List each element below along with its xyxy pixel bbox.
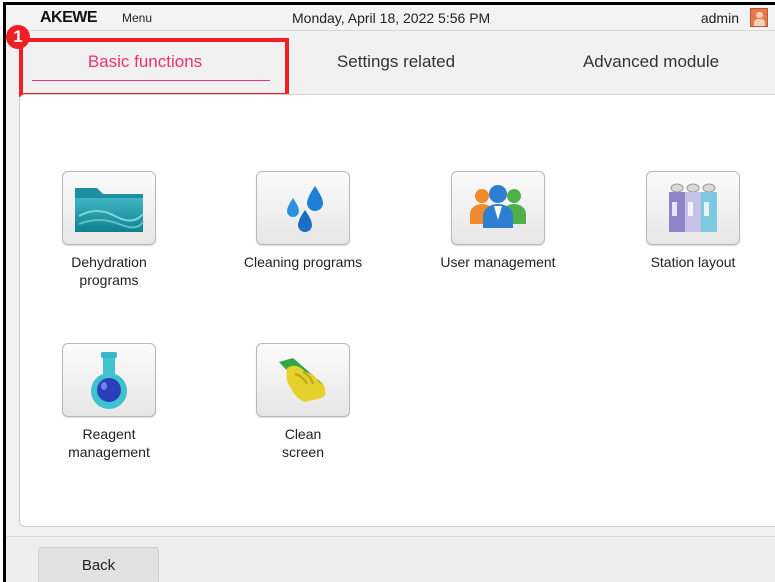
- function-label: Station layout: [650, 254, 736, 270]
- folder-icon: [75, 188, 144, 232]
- tab-settings-related[interactable]: Settings related: [271, 31, 521, 93]
- menu-button[interactable]: Menu: [122, 11, 152, 25]
- function-label: Reagent management: [68, 426, 150, 460]
- user-name[interactable]: admin: [701, 10, 739, 26]
- user-avatar-icon[interactable]: [750, 8, 768, 27]
- function-label: User management: [440, 254, 556, 270]
- annotation-step-badge: 1: [6, 25, 30, 49]
- reagent-management-button[interactable]: [62, 343, 156, 417]
- function-label: Cleaning programs: [243, 254, 363, 270]
- tab-label: Settings related: [336, 52, 456, 71]
- cleaning-programs-button[interactable]: [256, 171, 350, 245]
- function-panel: Dehydration programs Cleaning programs U…: [19, 94, 775, 527]
- dehydration-programs-button[interactable]: [62, 171, 156, 245]
- tab-label: Advanced module: [582, 52, 720, 71]
- function-label: Dehydration programs: [71, 254, 147, 288]
- flask-icon: [91, 352, 127, 409]
- clean-screen-item[interactable]: Clean screen: [213, 343, 393, 461]
- bottom-bar: Back: [6, 536, 775, 582]
- user-management-button[interactable]: [451, 171, 545, 245]
- function-label: Clean screen: [281, 426, 325, 460]
- station-layout-button[interactable]: [646, 171, 740, 245]
- dehydration-programs-item[interactable]: Dehydration programs: [19, 171, 199, 289]
- status-bar: AKEWE Menu Monday, April 18, 2022 5:56 P…: [6, 5, 775, 31]
- station-layout-item[interactable]: Station layout: [603, 171, 775, 271]
- app-window: AKEWE Menu Monday, April 18, 2022 5:56 P…: [3, 2, 775, 582]
- glove-cleaning-icon: [279, 358, 326, 402]
- station-layout-icon: [669, 183, 717, 232]
- brand-logo: AKEWE: [40, 9, 98, 26]
- clean-screen-button[interactable]: [256, 343, 350, 417]
- users-icon: [470, 185, 526, 228]
- user-management-item[interactable]: User management: [408, 171, 588, 271]
- annotation-highlight-box: [19, 38, 289, 97]
- reagent-management-item[interactable]: Reagent management: [19, 343, 199, 461]
- datetime-display: Monday, April 18, 2022 5:56 PM: [292, 10, 491, 26]
- tab-advanced-module[interactable]: Advanced module: [526, 31, 775, 93]
- water-drops-icon: [287, 186, 323, 232]
- back-button[interactable]: Back: [38, 547, 159, 582]
- cleaning-programs-item[interactable]: Cleaning programs: [213, 171, 393, 271]
